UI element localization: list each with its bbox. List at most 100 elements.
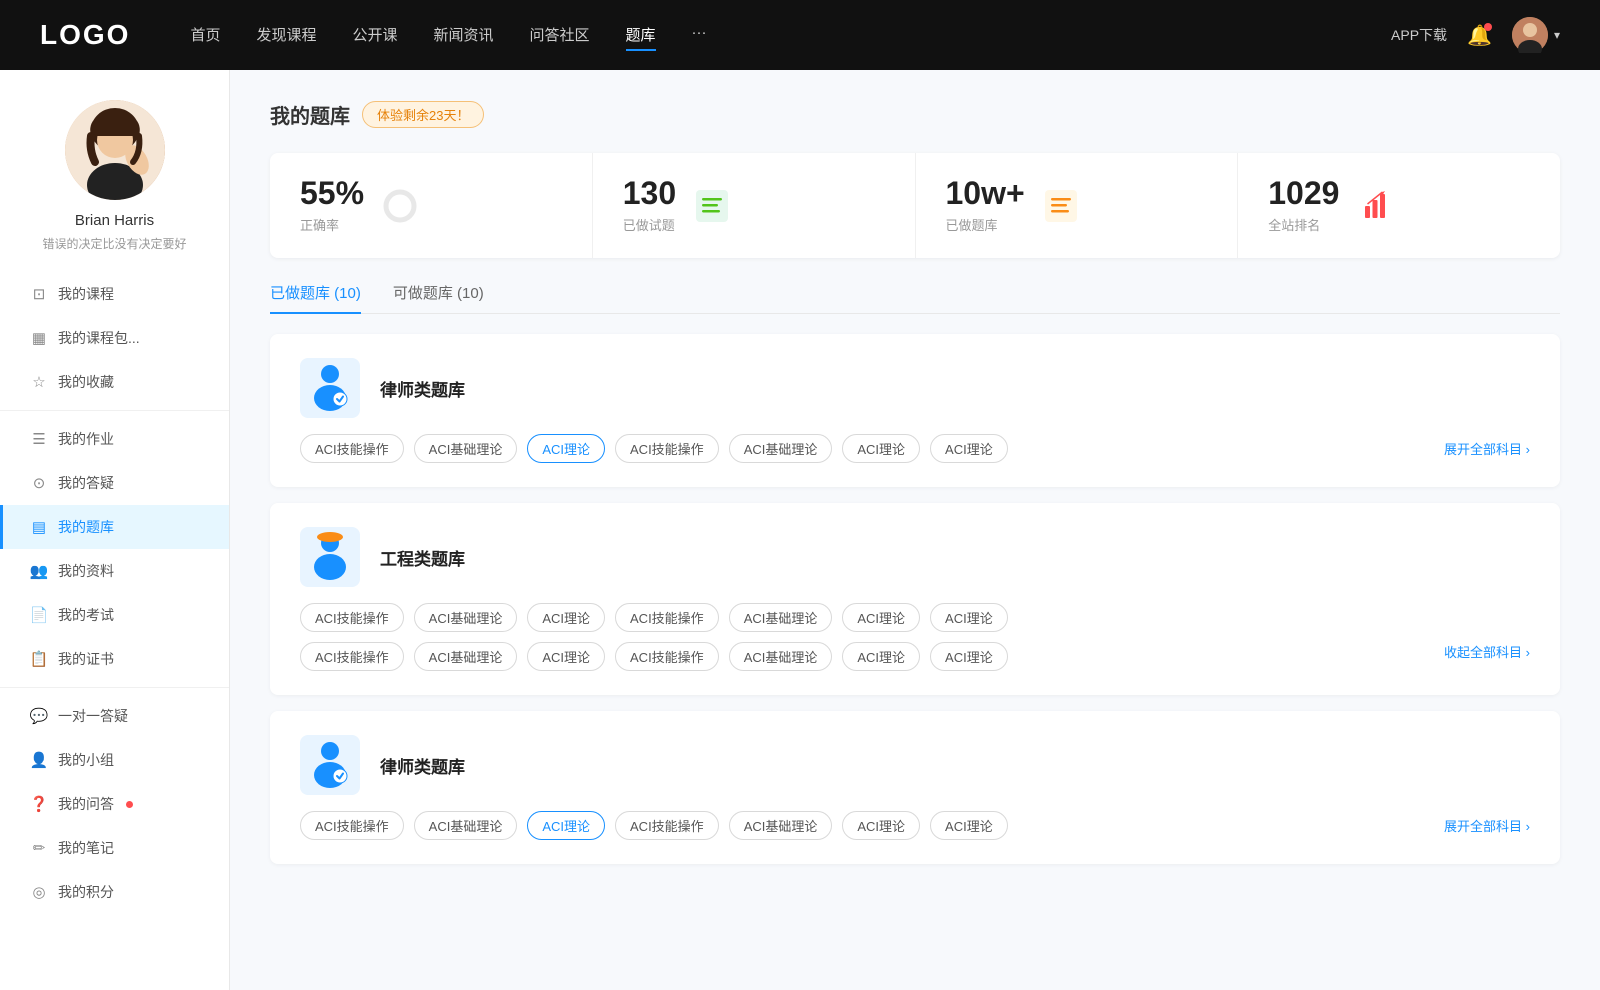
nav-question-bank[interactable]: 题库: [626, 20, 656, 51]
app-download-link[interactable]: APP下载: [1391, 25, 1447, 45]
qb-tag-active[interactable]: ACI理论: [527, 434, 605, 463]
qb-tag-active[interactable]: ACI理论: [527, 811, 605, 840]
logo: LOGO: [40, 19, 130, 51]
page-title: 我的题库: [270, 100, 350, 129]
rank-value: 1029: [1268, 177, 1339, 209]
sidebar: Brian Harris 错误的决定比没有决定要好 ⊡ 我的课程 ▦ 我的课程包…: [0, 70, 230, 990]
qb-tag[interactable]: ACI基础理论: [729, 642, 833, 671]
qb-tag[interactable]: ACI基础理论: [729, 603, 833, 632]
notification-bell-icon[interactable]: 🔔: [1467, 23, 1492, 48]
sidebar-item-exam[interactable]: 📄 我的考试: [0, 593, 229, 637]
navbar-right: APP下载 🔔 ▾: [1391, 17, 1560, 53]
qb-tag[interactable]: ACI理论: [842, 811, 920, 840]
sidebar-item-my-courses[interactable]: ⊡ 我的课程: [0, 272, 229, 316]
qb-tag[interactable]: ACI技能操作: [615, 811, 719, 840]
nav-qa[interactable]: 问答社区: [530, 20, 590, 51]
main-layout: Brian Harris 错误的决定比没有决定要好 ⊡ 我的课程 ▦ 我的课程包…: [0, 70, 1600, 990]
sidebar-item-homework[interactable]: ☰ 我的作业: [0, 417, 229, 461]
engineer-icon: [300, 527, 360, 587]
questions-done-icon: [692, 186, 732, 226]
qb-tag[interactable]: ACI理论: [930, 642, 1008, 671]
qb-tag[interactable]: ACI理论: [527, 642, 605, 671]
navbar-menu: 首页 发现课程 公开课 新闻资讯 问答社区 题库 ···: [190, 20, 1391, 51]
qb-tag[interactable]: ACI基础理论: [414, 603, 518, 632]
avatar: [1512, 17, 1548, 53]
expand-lawyer-2[interactable]: 展开全部科目 ›: [1444, 816, 1530, 835]
stat-banks-done: 10w+ 已做题库: [916, 153, 1239, 258]
qb-tag[interactable]: ACI理论: [930, 434, 1008, 463]
rank-icon: [1355, 186, 1395, 226]
sidebar-item-question-bank[interactable]: ▤ 我的题库: [0, 505, 229, 549]
qb-tag[interactable]: ACI技能操作: [300, 434, 404, 463]
qb-tag[interactable]: ACI理论: [930, 811, 1008, 840]
lawyer-icon-2: [300, 735, 360, 795]
chevron-down-icon: ▾: [1554, 28, 1560, 42]
sidebar-item-certificate[interactable]: 📋 我的证书: [0, 637, 229, 681]
sidebar-item-one-on-one[interactable]: 💬 一对一答疑: [0, 694, 229, 738]
accuracy-value: 55%: [300, 177, 364, 209]
qb-card-engineer: 工程类题库 ACI技能操作 ACI基础理论 ACI理论 ACI技能操作 ACI基…: [270, 503, 1560, 695]
lawyer-figure-icon: [308, 363, 352, 413]
qb-tag[interactable]: ACI基础理论: [414, 434, 518, 463]
profile-icon: 👥: [30, 562, 48, 580]
tab-done-banks[interactable]: 已做题库 (10): [270, 282, 361, 313]
lawyer-figure-icon-2: [308, 740, 352, 790]
sidebar-item-qa[interactable]: ⊙ 我的答疑: [0, 461, 229, 505]
expand-lawyer-1[interactable]: 展开全部科目 ›: [1444, 439, 1530, 458]
qb-tag[interactable]: ACI理论: [527, 603, 605, 632]
tabs-row: 已做题库 (10) 可做题库 (10): [270, 282, 1560, 314]
qb-tags-engineer-row1: ACI技能操作 ACI基础理论 ACI理论 ACI技能操作 ACI基础理论 AC…: [300, 603, 1530, 632]
stat-questions-done: 130 已做试题: [593, 153, 916, 258]
nav-more[interactable]: ···: [692, 20, 707, 51]
sidebar-item-my-qa[interactable]: ❓ 我的问答: [0, 782, 229, 826]
qb-tag[interactable]: ACI理论: [930, 603, 1008, 632]
chart-red-icon: [1357, 188, 1393, 224]
sidebar-item-course-pack[interactable]: ▦ 我的课程包...: [0, 316, 229, 360]
question-bank-icon: ▤: [30, 518, 48, 536]
user-avatar: [65, 100, 165, 200]
qb-tag[interactable]: ACI基础理论: [414, 642, 518, 671]
qb-card-lawyer-1: 律师类题库 ACI技能操作 ACI基础理论 ACI理论 ACI技能操作 ACI基…: [270, 334, 1560, 487]
qb-tag[interactable]: ACI技能操作: [615, 603, 719, 632]
rank-label: 全站排名: [1268, 215, 1339, 234]
qb-card-lawyer-2: 律师类题库 ACI技能操作 ACI基础理论 ACI理论 ACI技能操作 ACI基…: [270, 711, 1560, 864]
sidebar-item-notes[interactable]: ✏ 我的笔记: [0, 826, 229, 870]
tab-available-banks[interactable]: 可做题库 (10): [393, 282, 484, 313]
list-orange-icon: [1043, 188, 1079, 224]
sidebar-item-group[interactable]: 👤 我的小组: [0, 738, 229, 782]
nav-open-course[interactable]: 公开课: [352, 20, 397, 51]
lawyer-icon: [300, 358, 360, 418]
homework-icon: ☰: [30, 430, 48, 448]
qb-tags-engineer-row2: ACI技能操作 ACI基础理论 ACI理论 ACI技能操作 ACI基础理论 AC…: [300, 642, 1530, 671]
qb-tag[interactable]: ACI理论: [842, 642, 920, 671]
sidebar-item-profile[interactable]: 👥 我的资料: [0, 549, 229, 593]
sidebar-item-favorites[interactable]: ☆ 我的收藏: [0, 360, 229, 404]
qb-tag[interactable]: ACI理论: [842, 434, 920, 463]
qb-tag[interactable]: ACI技能操作: [615, 642, 719, 671]
list-green-icon: [694, 188, 730, 224]
qb-tag[interactable]: ACI技能操作: [300, 811, 404, 840]
nav-home[interactable]: 首页: [190, 20, 220, 51]
qb-tag[interactable]: ACI理论: [842, 603, 920, 632]
one-on-one-icon: 💬: [30, 707, 48, 725]
qb-tag[interactable]: ACI技能操作: [615, 434, 719, 463]
qb-tag[interactable]: ACI基础理论: [414, 811, 518, 840]
certificate-icon: 📋: [30, 650, 48, 668]
qb-tag[interactable]: ACI基础理论: [729, 811, 833, 840]
banks-done-icon: [1041, 186, 1081, 226]
nav-discover[interactable]: 发现课程: [256, 20, 316, 51]
qb-tag[interactable]: ACI基础理论: [729, 434, 833, 463]
courses-icon: ⊡: [30, 285, 48, 303]
user-avatar-menu[interactable]: ▾: [1512, 17, 1560, 53]
nav-news[interactable]: 新闻资讯: [434, 20, 494, 51]
navbar: LOGO 首页 发现课程 公开课 新闻资讯 问答社区 题库 ··· APP下载 …: [0, 0, 1600, 70]
points-icon: ◎: [30, 883, 48, 901]
sidebar-item-points[interactable]: ◎ 我的积分: [0, 870, 229, 914]
qb-tag[interactable]: ACI技能操作: [300, 603, 404, 632]
qa-icon: ⊙: [30, 474, 48, 492]
qb-title-lawyer-1: 律师类题库: [380, 376, 465, 401]
notes-icon: ✏: [30, 839, 48, 857]
sidebar-menu: ⊡ 我的课程 ▦ 我的课程包... ☆ 我的收藏 ☰ 我的作业 ⊙ 我的答疑 ▤: [0, 272, 229, 914]
collapse-engineer[interactable]: 收起全部科目 ›: [1444, 642, 1530, 671]
qb-tag[interactable]: ACI技能操作: [300, 642, 404, 671]
